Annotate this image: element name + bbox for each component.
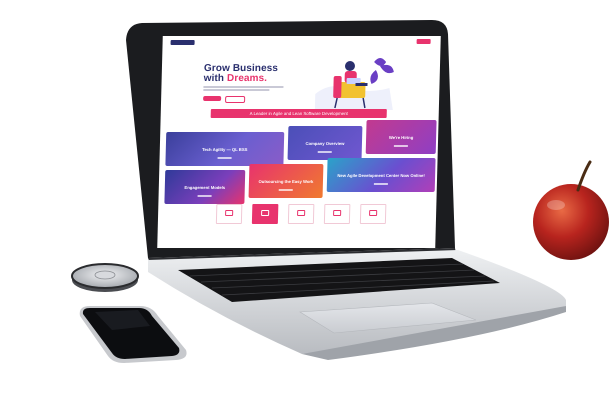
service-tile[interactable]	[359, 204, 387, 224]
feature-card-tech-agility[interactable]: Tech Agility — QL BSS	[165, 132, 285, 166]
feature-card-outsourcing[interactable]: Outsourcing the Easy Work	[248, 164, 324, 198]
hero-title-line2: with Dreams.	[203, 73, 278, 84]
fidget-spinner	[71, 263, 139, 292]
feature-card-engagement-models[interactable]: Engagement Models	[164, 170, 246, 204]
service-icon	[333, 210, 342, 216]
service-tile[interactable]	[215, 204, 243, 224]
hero-title: Grow Business with Dreams.	[203, 63, 279, 84]
feature-card-company-overview[interactable]: Company Overview	[287, 126, 363, 160]
service-tile[interactable]	[323, 204, 351, 224]
hero-secondary-button[interactable]	[225, 96, 246, 103]
service-icon	[297, 210, 306, 216]
tagline-banner[interactable]: A Leader in Agile and Lean Software Deve…	[210, 109, 387, 118]
feature-card-agile-center[interactable]: New Agile Development Center Now Online!	[326, 158, 436, 192]
card-label: Tech Agility — QL BSS	[202, 146, 248, 152]
apple	[533, 160, 609, 260]
feature-card-hiring[interactable]: We're Hiring	[365, 120, 437, 154]
card-label: Engagement Models	[184, 184, 226, 190]
hero-title-highlight: Dreams.	[226, 73, 268, 84]
hero-title-prefix: with	[203, 73, 228, 84]
card-label: Outsourcing the Easy Work	[258, 178, 314, 184]
service-tile[interactable]	[287, 204, 315, 224]
website-navbar	[162, 36, 440, 48]
hero-subtitle-lines	[203, 86, 284, 92]
site-logo[interactable]	[170, 40, 195, 45]
nav-cta-button[interactable]	[416, 39, 431, 44]
hero-primary-button[interactable]	[203, 96, 222, 101]
service-icon	[225, 210, 234, 216]
laptop-screen: Grow Business with Dreams. A Leader in A…	[157, 36, 441, 248]
service-icon	[369, 210, 378, 216]
service-icon	[261, 210, 270, 216]
service-tile-active[interactable]	[251, 204, 279, 224]
card-label: We're Hiring	[388, 134, 414, 140]
card-label: New Agile Development Center Now Online!	[337, 172, 425, 178]
laptop-base	[148, 250, 566, 360]
hero-illustration	[314, 58, 394, 110]
smartphone	[79, 306, 187, 363]
card-label: Company Overview	[305, 140, 345, 146]
